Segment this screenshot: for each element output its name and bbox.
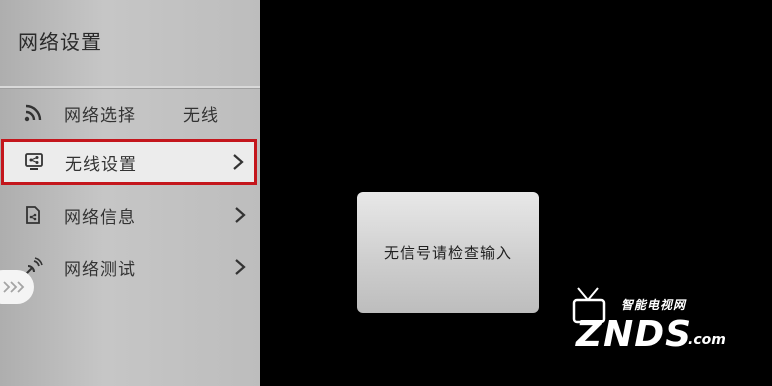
watermark-suffix: .com bbox=[688, 332, 726, 348]
wifi-icon bbox=[22, 102, 44, 124]
menu-item-value: 无线 bbox=[183, 105, 219, 126]
network-info-icon bbox=[22, 204, 44, 226]
no-signal-message: 无信号请检查输入 bbox=[383, 244, 512, 262]
triple-chevron-right-icon bbox=[3, 281, 25, 293]
chevron-right-icon bbox=[235, 207, 246, 223]
menu-item-label: 网络选择 bbox=[64, 105, 136, 126]
menu-item-label: 无线设置 bbox=[65, 154, 137, 175]
menu-item-label: 网络测试 bbox=[64, 259, 136, 280]
panel-collapse-handle[interactable] bbox=[0, 270, 34, 304]
menu-item-label: 网络信息 bbox=[64, 207, 136, 228]
menu-item-network-info[interactable]: 网络信息 bbox=[0, 190, 260, 240]
watermark-tagline: 智能电视网 bbox=[621, 298, 687, 312]
menu-item-wireless-settings[interactable]: 无线设置 bbox=[1, 139, 257, 185]
panel-title: 网络设置 bbox=[18, 30, 102, 54]
network-settings-panel: 网络设置 网络选择 无线 无线设置 网络信息 网络测试 bbox=[0, 0, 260, 386]
chevron-right-icon bbox=[233, 154, 244, 170]
znds-watermark: 智能电视网 ZNDS .com bbox=[566, 284, 766, 364]
menu-item-network-select[interactable]: 网络选择 无线 bbox=[0, 88, 260, 138]
menu-item-network-test[interactable]: 网络测试 bbox=[0, 242, 260, 292]
wireless-settings-icon bbox=[23, 151, 45, 173]
chevron-right-icon bbox=[235, 259, 246, 275]
watermark-brand: ZNDS bbox=[576, 314, 693, 355]
no-signal-dialog: 无信号请检查输入 bbox=[357, 192, 539, 313]
